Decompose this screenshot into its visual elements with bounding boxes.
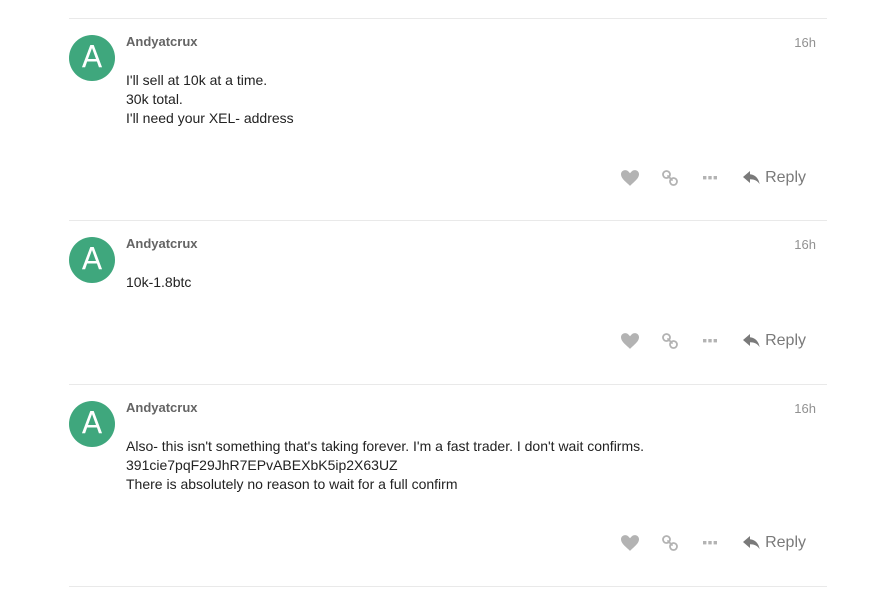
share-link-button[interactable] [650,328,690,354]
share-link-button[interactable] [650,165,690,191]
heart-icon [621,333,640,349]
avatar[interactable]: A [69,237,115,283]
reply-label: Reply [765,332,806,349]
more-actions-button[interactable] [690,328,730,354]
post: A Andyatcrux 16h I'll sell at 10k at a t… [69,19,827,220]
more-actions-button[interactable] [690,165,730,191]
post-body: Also- this isn't something that's taking… [126,437,644,494]
username[interactable]: Andyatcrux [126,236,198,251]
post: A Andyatcrux 16h 10k-1.8btc Reply [69,221,827,384]
post-date[interactable]: 16h [794,401,816,416]
post: A Andyatcrux 16h Also- this isn't someth… [69,385,827,586]
link-icon [662,535,678,551]
like-button[interactable] [610,165,650,191]
avatar[interactable]: A [69,35,115,81]
post-actions: Reply [610,165,806,191]
reply-button[interactable]: Reply [743,534,806,552]
post-text-line: 10k-1.8btc [126,274,192,290]
like-button[interactable] [610,328,650,354]
like-button[interactable] [610,530,650,556]
avatar[interactable]: A [69,401,115,447]
post-text-line: Also- this isn't something that's taking… [126,438,645,454]
link-icon [662,333,678,349]
post-date[interactable]: 16h [794,237,816,252]
heart-icon [621,170,640,186]
username[interactable]: Andyatcrux [126,34,198,49]
post-body: I'll sell at 10k at a time. 30k total. I… [126,71,294,128]
link-icon [662,170,678,186]
divider [69,586,827,587]
share-link-button[interactable] [650,530,690,556]
post-body: 10k-1.8btc [126,273,191,292]
post-text-line: I'll sell at 10k at a time. [126,72,268,88]
post-text-line: I'll need your XEL- address [126,110,294,126]
post-actions: Reply [610,530,806,556]
post-actions: Reply [610,328,806,354]
reply-icon [743,536,760,550]
reply-label: Reply [765,169,806,186]
heart-icon [621,535,640,551]
reply-button[interactable]: Reply [743,332,806,350]
more-actions-button[interactable] [690,530,730,556]
post-text-line: 391cie7pqF29JhR7EPvABEXbK5ip2X63UZ [126,457,398,473]
username[interactable]: Andyatcrux [126,400,198,415]
more-icon [703,176,718,180]
reply-icon [743,171,760,185]
reply-label: Reply [765,534,806,551]
more-icon [703,541,718,545]
reply-button[interactable]: Reply [743,169,806,187]
reply-icon [743,334,760,348]
more-icon [703,339,718,343]
post-date[interactable]: 16h [794,35,816,50]
post-stream: A Andyatcrux 16h I'll sell at 10k at a t… [69,18,827,587]
post-text-line: There is absolutely no reason to wait fo… [126,476,458,492]
post-text-line: 30k total. [126,91,183,107]
